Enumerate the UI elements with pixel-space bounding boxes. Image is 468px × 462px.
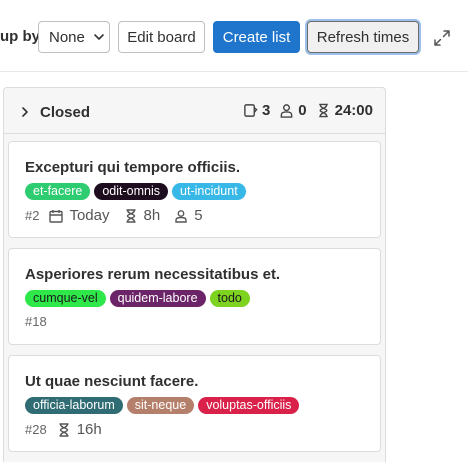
issue-labels: et-facere odit-omnis ut-incidunt <box>25 183 246 200</box>
time-estimate-value: 24:00 <box>334 102 373 119</box>
group-by-dropdown[interactable]: None <box>38 21 110 53</box>
assignee-count: 0 <box>279 102 307 119</box>
user-icon <box>175 209 187 223</box>
hourglass-icon <box>59 422 69 437</box>
time-estimate: 8h <box>124 207 161 224</box>
time-estimate-value: 16h <box>76 421 102 438</box>
assignees: 5 <box>174 207 203 224</box>
issue-title[interactable]: Excepturi qui tempore officiis. <box>25 159 240 176</box>
issue-meta: #18 <box>25 314 57 329</box>
label[interactable]: quidem-labore <box>109 290 206 307</box>
group-by-value: None <box>49 28 85 46</box>
refresh-times-button[interactable]: Refresh times <box>307 21 419 53</box>
issue-title[interactable]: Asperiores rerum necessitatibus et. <box>25 266 280 283</box>
label[interactable]: cumque-vel <box>25 290 106 307</box>
calendar-icon <box>49 209 64 223</box>
create-list-button[interactable]: Create list <box>213 21 300 53</box>
label[interactable]: et-facere <box>25 183 91 200</box>
expand-icon[interactable] <box>433 29 451 47</box>
label[interactable]: officia-laborum <box>25 397 123 414</box>
due-date-value: Today <box>69 207 110 224</box>
board-toolbar: up by None Edit board Create list Refres… <box>0 0 468 72</box>
issue-meta: #2 Today 8h 5 <box>25 207 217 224</box>
label[interactable]: ut-incidunt <box>172 183 246 200</box>
issue-number: #18 <box>25 314 47 329</box>
label[interactable]: todo <box>209 290 250 307</box>
issue-card[interactable]: Asperiores rerum necessitatibus et. cumq… <box>8 248 381 345</box>
due-date: Today <box>49 207 110 224</box>
label[interactable]: sit-neque <box>126 397 195 414</box>
list-stats: 3 0 24:00 <box>234 102 373 119</box>
list-title: Closed <box>40 104 91 121</box>
issue-number: #2 <box>25 208 40 223</box>
time-estimate-value: 8h <box>143 207 161 224</box>
hourglass-icon <box>318 103 328 118</box>
issue-title[interactable]: Ut quae nesciunt facere. <box>25 373 198 390</box>
board-list-closed: Closed 3 0 24:00 Excepturi qui tempore o… <box>3 87 386 462</box>
chevron-right-icon[interactable] <box>19 106 31 118</box>
chevron-down-icon <box>94 34 104 40</box>
issue-labels: cumque-vel quidem-labore todo <box>25 290 250 307</box>
assignee-count-value: 0 <box>298 102 307 119</box>
edit-board-button[interactable]: Edit board <box>118 21 205 53</box>
label[interactable]: odit-omnis <box>94 183 169 200</box>
time-estimate: 16h <box>57 421 102 438</box>
group-by-label: up by <box>0 28 40 45</box>
issue-card[interactable]: Ut quae nesciunt facere. officia-laborum… <box>8 355 381 452</box>
issues-icon <box>244 104 258 117</box>
list-header: Closed 3 0 24:00 <box>4 88 385 134</box>
issue-number: #28 <box>25 422 47 437</box>
issue-card[interactable]: Excepturi qui tempore officiis. et-facer… <box>8 141 381 238</box>
assignee-count-value: 5 <box>194 207 203 224</box>
user-icon <box>280 104 293 118</box>
issue-meta: #28 16h <box>25 421 116 438</box>
time-estimate: 24:00 <box>316 102 373 119</box>
hourglass-icon <box>126 208 135 223</box>
label[interactable]: voluptas-officiis <box>198 397 300 414</box>
issue-count-value: 3 <box>261 102 271 119</box>
issue-labels: officia-laborum sit-neque voluptas-offic… <box>25 397 300 414</box>
issue-count: 3 <box>243 102 270 119</box>
